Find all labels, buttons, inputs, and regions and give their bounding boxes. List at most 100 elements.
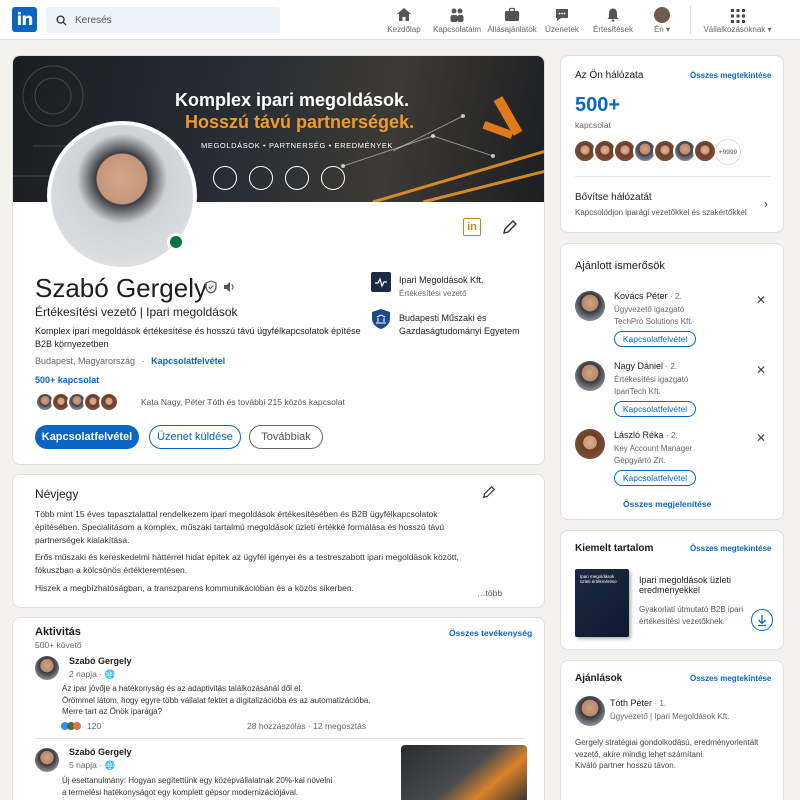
linkedin-logo[interactable]: in [12,7,37,32]
profile-card: Komplex ipari megoldások. Hosszú távú pa… [12,55,545,465]
featured-item-title[interactable]: Ipari megoldások üzleti eredményekkel [639,575,731,595]
activity-title: Aktivitás [35,626,81,638]
globe-icon: 🌐 [104,669,116,679]
company-role: Értékesítési vezető [399,289,467,298]
network-avatar [693,139,717,163]
premium-badge-icon[interactable]: in [463,218,481,236]
edit-pencil-icon[interactable] [482,485,496,499]
suggestion-name-row[interactable]: Kovács Péter · 2. [614,291,682,301]
network-see-all-link[interactable]: Összes megtekintése [690,71,771,80]
nav-notifications-label: Értesítések [592,25,633,34]
featured-card: Kiemelt tartalom Összes megtekintése Ipa… [560,530,784,650]
suggestion-connect-button[interactable]: Kapcsolatfelvétel [614,470,696,486]
recommender-name-row[interactable]: Tóth Péter · 1. [610,698,666,708]
nav-home-label: Kezdőlap [387,25,421,34]
name-pronunciation-icon[interactable] [222,280,236,294]
growth-chart-icon [249,166,273,190]
all-activity-link[interactable]: Összes tevékenység [449,628,532,638]
post-divider [35,738,525,739]
verified-shield-icon[interactable] [205,280,217,294]
nav-business[interactable]: Vállalkozásoknak ▾ [700,0,775,40]
show-all-suggestions-link[interactable]: Összes megjelenítése [623,499,711,509]
company-name[interactable]: Ipari Megoldások Kft. [399,275,484,285]
expand-network-title[interactable]: Bővítse hálózatát [575,192,652,203]
nav-me[interactable]: Én ▾ [646,0,678,40]
dismiss-icon[interactable]: ✕ [756,363,766,377]
network-divider [575,176,771,177]
search-placeholder: Keresés [75,14,112,26]
post-author-avatar[interactable] [35,656,59,680]
nav-network[interactable]: Kapcsolataim [432,0,482,40]
profile-location: Budapest, Magyarország [35,356,136,366]
recommendations-see-all-link[interactable]: Összes megtekintése [690,674,771,683]
nav-business-label: Vállalkozásoknak ▾ [703,25,772,34]
edit-pencil-icon[interactable] [502,219,518,235]
expand-network-subtitle: Kapcsolódjon iparági vezetőkkel és szaké… [575,208,747,217]
connections-link[interactable]: 500+ kapcsolat [35,375,99,385]
nav-messages[interactable]: Üzenetek [543,0,581,40]
banner-tagline: MEGOLDÁSOK • PARTNERSÉG • EREDMÉNYEK [201,141,394,150]
recommender-avatar[interactable] [575,696,605,726]
search-input[interactable]: Keresés [46,7,280,33]
nav-notifications[interactable]: Értesítések [592,0,634,40]
featured-book-cover[interactable]: Ipari megoldások üzleti értékmérése [575,569,629,637]
nav-jobs[interactable]: Állásajánlatok [487,0,537,40]
post-author[interactable]: Szabó Gergely [69,747,132,757]
featured-see-all-link[interactable]: Összes megtekintése [690,544,771,553]
network-connection-count[interactable]: 500+ [575,94,620,117]
nav-home[interactable]: Kezdőlap [385,0,423,40]
search-icon [56,14,67,26]
post-stats[interactable]: 28 hozzászólás · 12 megosztás [247,721,366,731]
suggestion-name-row[interactable]: László Réka · 2. [614,430,678,440]
suggestion-company: Gépgyártó Zrt. [614,456,666,465]
recommendations-title: Ajánlások [575,673,623,684]
network-card: Az Ön hálózata Összes megtekintése 500+ … [560,55,784,233]
post-reactions[interactable]: 120 [61,721,101,731]
top-navigation-bar: in Keresés Kezdőlap Kapcsolataim Állásaj… [0,0,800,40]
recommendations-card: Ajánlások Összes megtekintése Tóth Péter… [560,660,784,800]
dismiss-icon[interactable]: ✕ [756,431,766,445]
banner-title: Komplex ipari megoldások. [175,90,410,110]
grid-icon [730,9,745,23]
company-logo-icon[interactable] [371,272,391,292]
message-button[interactable]: Üzenet küldése [149,425,241,449]
profile-name: Szabó Gergely [35,273,207,303]
mutual-connections-avatars[interactable] [35,392,119,412]
download-icon[interactable] [751,609,773,631]
suggestion-avatar[interactable] [575,429,605,459]
contact-info-link[interactable]: Kapcsolatfelvétel [151,356,225,366]
love-reaction-icon [73,722,81,730]
university-shield-icon[interactable] [371,308,391,330]
university-name-line1[interactable]: Budapesti Műszaki és [399,313,487,323]
suggestion-connect-button[interactable]: Kapcsolatfelvétel [614,401,696,417]
about-paragraph-1: Több mint 15 éves tapasztalattal rendelk… [35,509,445,545]
suggestion-avatar[interactable] [575,291,605,321]
messages-icon [556,9,568,21]
banner-icons [213,166,345,190]
suggestions-title: Ajánlott ismerősök [575,260,665,272]
network-nodes-icon [321,166,345,190]
university-name-line2[interactable]: Gazdaságtudományi Egyetem [399,326,520,336]
recommendation-quote: Gergely stratégiai gondolkodású, eredmén… [575,738,759,770]
globe-icon: 🌐 [104,760,116,770]
about-see-more-link[interactable]: …több [477,588,502,598]
mutual-connections-text[interactable]: Kata Nagy, Péter Tóth és további 215 köz… [141,397,345,407]
suggestion-avatar[interactable] [575,361,605,391]
suggestion-role: Értékesítési igazgató [614,375,689,384]
network-icon [450,8,464,22]
suggestion-name-row[interactable]: Nagy Dániel · 2. [614,361,677,371]
network-avatars[interactable]: +9999 [573,139,741,165]
chevron-right-icon[interactable]: › [764,197,768,211]
post-image-thumbnail[interactable] [401,745,527,800]
network-title: Az Ön hálózata [575,70,644,81]
post-author-avatar[interactable] [35,748,59,772]
connect-button[interactable]: Kapcsolatfelvétel [35,425,139,449]
post-author[interactable]: Szabó Gergely [69,656,132,666]
bell-icon [607,8,619,22]
briefcase-icon [505,7,519,21]
more-button[interactable]: Továbbiak [249,425,323,449]
suggestion-connect-button[interactable]: Kapcsolatfelvétel [614,331,696,347]
nav-messages-label: Üzenetek [545,25,579,34]
followers-count: 500+ követő [35,640,82,650]
dismiss-icon[interactable]: ✕ [756,293,766,307]
